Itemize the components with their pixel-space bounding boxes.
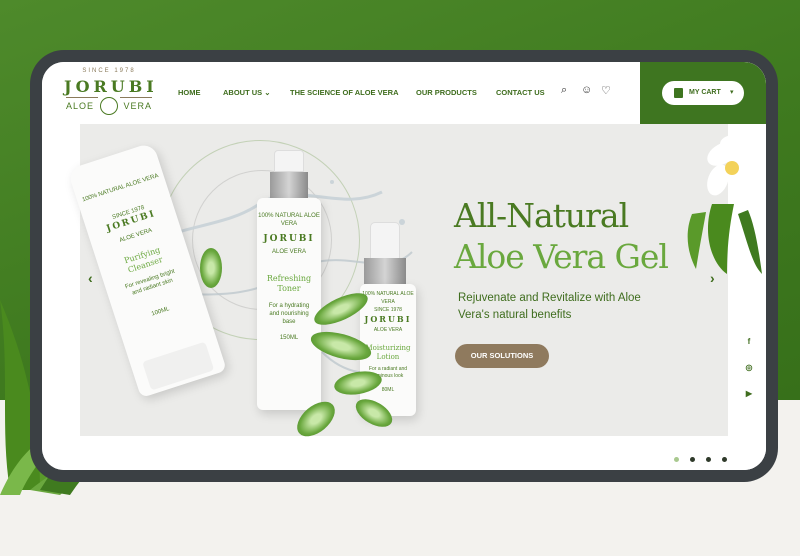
slider-dot-1[interactable] — [674, 457, 679, 462]
cart-panel: MY CART ▾ — [640, 62, 766, 124]
logo-rule-right — [120, 97, 152, 98]
logo-rule-left — [66, 97, 98, 98]
nav-home[interactable]: HOME — [178, 88, 201, 97]
site-header: SINCE 1978 JORUBI ALOE VERA HOME ABOUT U… — [42, 62, 766, 124]
product-aloe-vera-text: ALOE VERA — [373, 327, 403, 333]
logo-brand-name: JORUBI — [64, 77, 158, 96]
nav-science-of-aloe-vera[interactable]: THE SCIENCE OF ALOE VERA — [290, 88, 398, 97]
slider-next-arrow[interactable]: › — [710, 270, 715, 286]
hero-subtitle: Rejuvenate and Revitalize with Aloe Vera… — [458, 292, 641, 321]
shopping-bag-icon — [674, 88, 683, 98]
aloe-slice — [200, 248, 222, 288]
slider-dots — [674, 457, 734, 463]
product-brand: JORUBI — [263, 234, 315, 244]
lotion-pump — [370, 222, 400, 260]
youtube-icon[interactable]: ▶ — [744, 389, 754, 398]
our-solutions-button[interactable]: OUR SOLUTIONS — [455, 344, 549, 368]
chevron-down-icon: ▾ — [730, 89, 734, 96]
product-refreshing-toner[interactable]: 100% NATURAL ALOE VERA JORUBI ALOE VERA … — [257, 198, 321, 410]
user-icon[interactable]: ☺ — [581, 84, 592, 96]
product-name: Refreshing Toner — [266, 274, 312, 293]
product-brand: JORUBI — [364, 314, 412, 324]
hero-bottom-bar — [42, 436, 766, 470]
slider-dot-2[interactable] — [690, 457, 695, 462]
nav-about-us[interactable]: ABOUT US ⌄ — [223, 88, 271, 97]
product-aloe-vera-text: ALOE VERA — [271, 249, 306, 255]
product-natural-text: 100% NATURAL ALOE VERA — [362, 291, 414, 305]
product-natural-text: 100% NATURAL ALOE VERA — [258, 213, 320, 227]
my-cart-button[interactable]: MY CART ▾ — [662, 81, 744, 105]
nav-our-products[interactable]: OUR PRODUCTS — [416, 88, 477, 97]
logo-since: SINCE 1978 — [82, 68, 136, 74]
my-cart-label: MY CART — [689, 89, 721, 96]
nav-contact-us[interactable]: CONTACT US — [496, 88, 545, 97]
screen: SINCE 1978 JORUBI ALOE VERA HOME ABOUT U… — [42, 62, 766, 470]
hero-title-line1: All-Natural — [454, 196, 629, 235]
lotion-collar — [364, 258, 406, 284]
slider-prev-arrow[interactable]: ‹ — [88, 270, 93, 286]
instagram-icon[interactable]: ◎ — [744, 363, 754, 372]
product-description: For a hydrating and nourishing base — [268, 303, 310, 325]
plumeria-flower-decoration — [687, 135, 762, 274]
toner-sprayer — [274, 150, 304, 172]
facebook-icon[interactable]: f — [744, 337, 754, 346]
logo-sub-right: VERA — [123, 101, 152, 111]
logo-sub-left: ALOE — [66, 101, 95, 111]
slider-dot-3[interactable] — [706, 457, 711, 462]
product-since-text: SINCE 1978 — [374, 307, 402, 313]
slider-dot-4[interactable] — [722, 457, 727, 462]
brand-logo[interactable]: SINCE 1978 JORUBI ALOE VERA — [64, 68, 154, 120]
heart-icon[interactable]: ♡ — [601, 84, 611, 97]
toner-collar — [270, 172, 308, 198]
aloe-leaf-icon — [100, 97, 118, 115]
hero-title-line2: Aloe Vera Gel — [454, 237, 669, 276]
search-icon[interactable]: ⌕ — [561, 84, 567, 97]
product-volume: 100ML — [150, 306, 171, 318]
